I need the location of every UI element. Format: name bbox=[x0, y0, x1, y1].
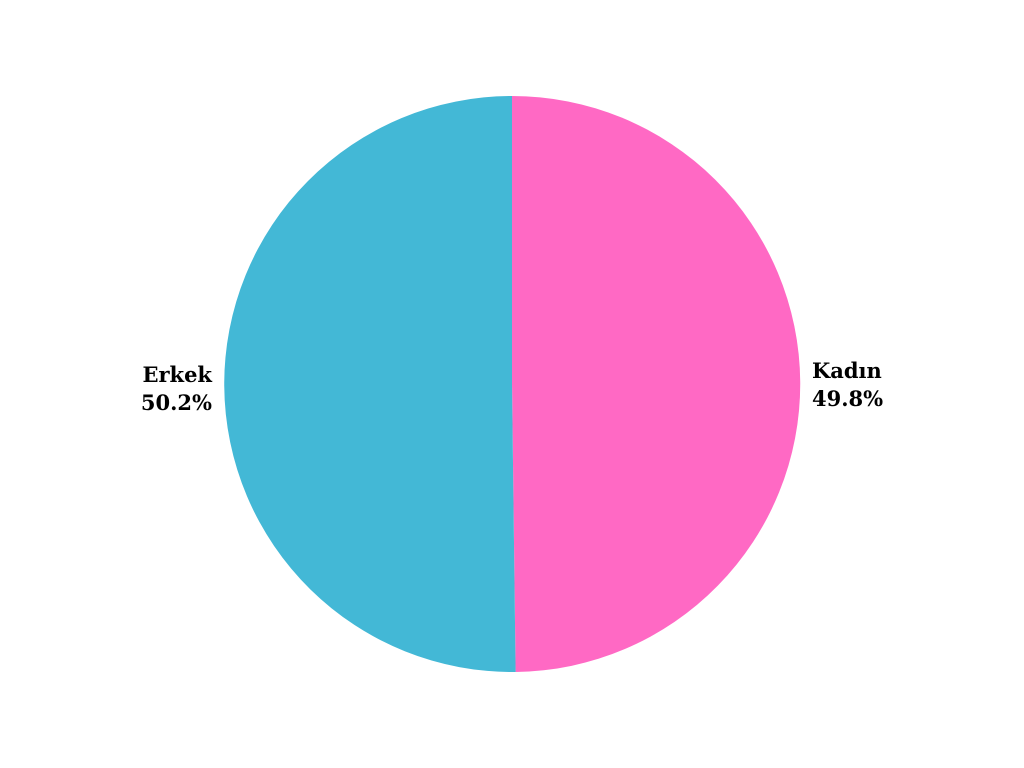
pie-chart-svg: Kadın 49.8% Erkek 50.2% bbox=[141, 95, 883, 672]
pie-slice-label-1: Erkek bbox=[142, 362, 212, 387]
pie-slice-percent-1: 50.2% bbox=[141, 390, 212, 415]
pie-slice-percent-0: 49.8% bbox=[812, 386, 883, 411]
pie-slices bbox=[224, 95, 801, 672]
pie-slice-0 bbox=[512, 95, 801, 672]
pie-chart: Kadın 49.8% Erkek 50.2% bbox=[0, 0, 1024, 768]
pie-slice-1 bbox=[224, 96, 516, 672]
pie-slice-label-0: Kadın bbox=[812, 358, 882, 383]
